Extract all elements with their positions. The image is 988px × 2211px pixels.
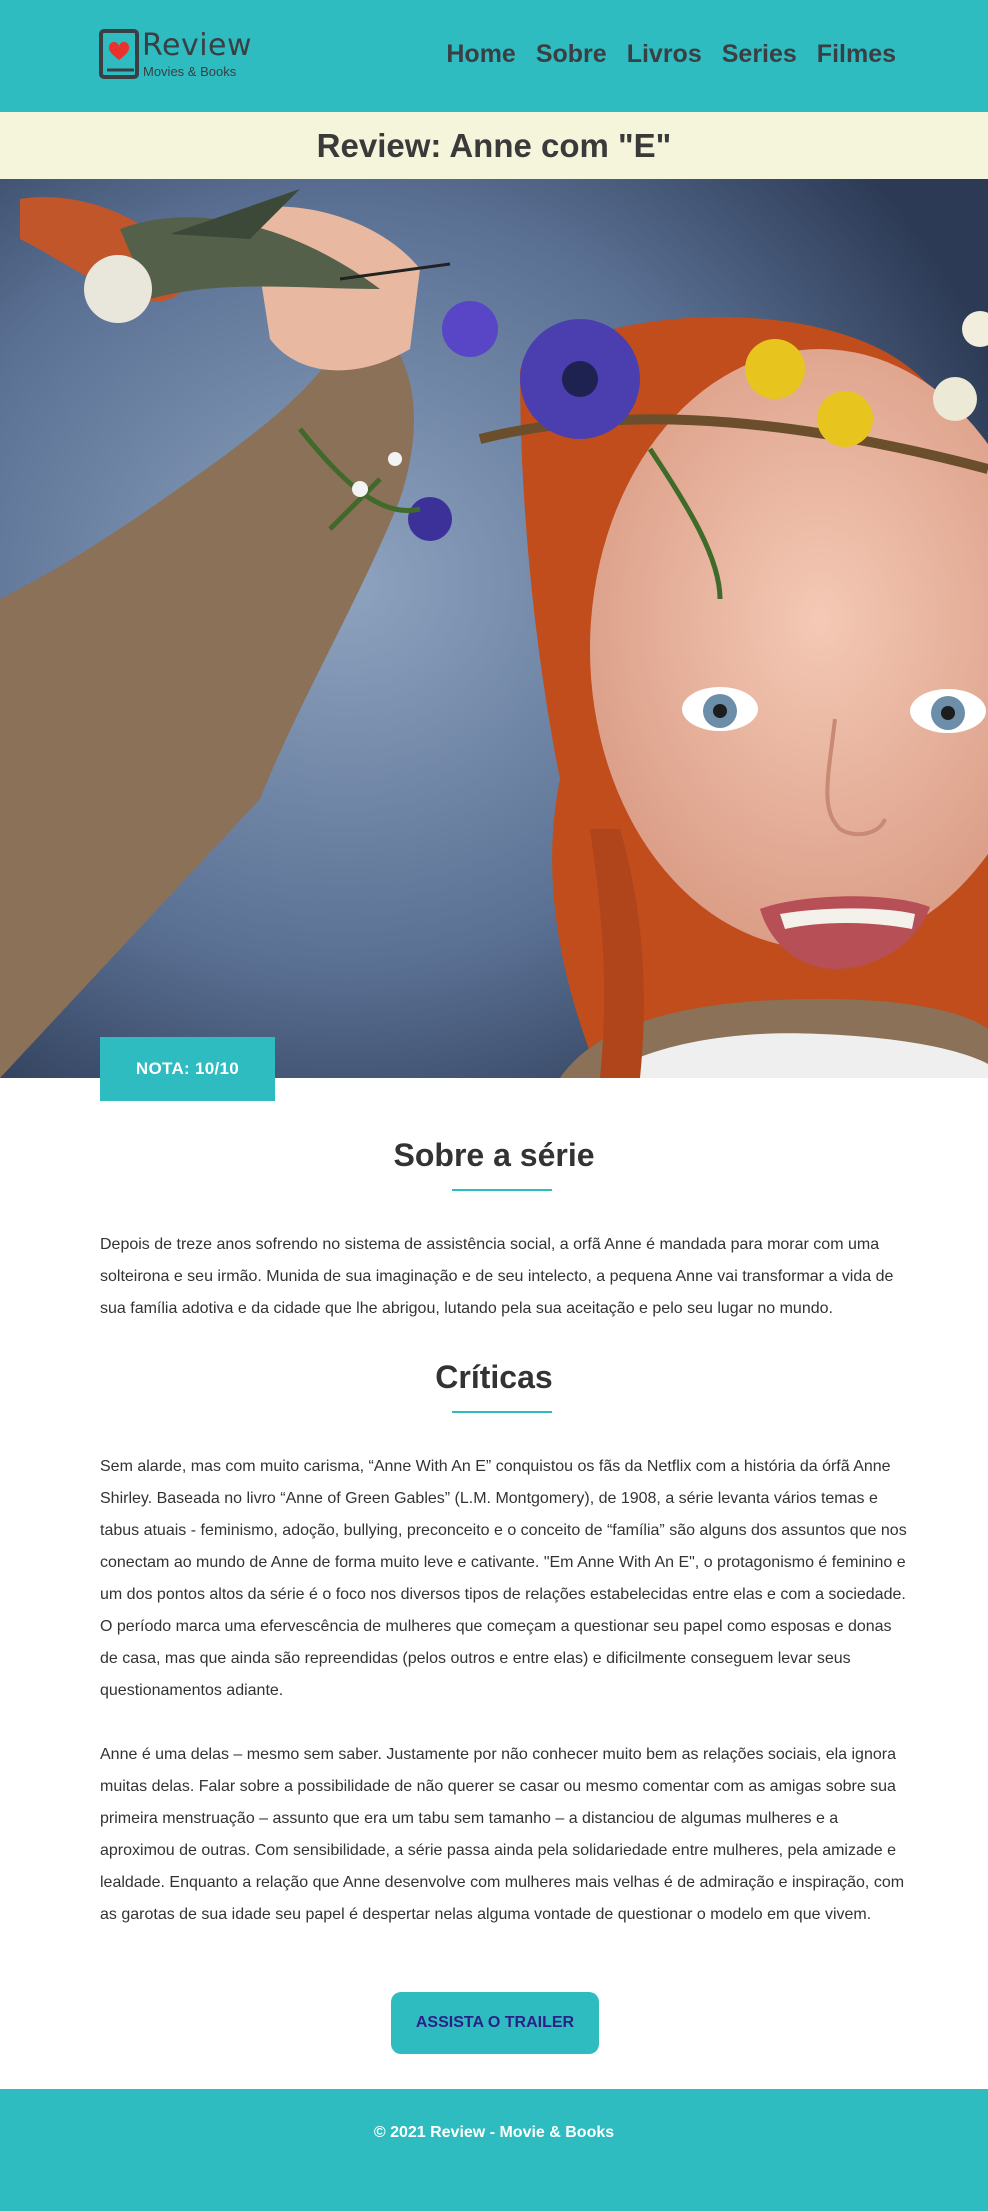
logo-title: Review [142, 28, 253, 63]
footer-copyright: © 2021 Review - Movie & Books [373, 2124, 615, 2141]
reviews-paragraph-2: Anne é uma delas – mesmo sem saber. Just… [100, 1746, 905, 1923]
book-heart-icon [99, 29, 139, 79]
site-footer: © 2021 Review - Movie & Books [0, 2089, 988, 2211]
about-heading: Sobre a série [393, 1137, 595, 1173]
trailer-button[interactable]: ASSISTA O TRAILER [391, 1992, 599, 2054]
nav-series[interactable]: Series [722, 40, 797, 69]
logo[interactable]: Review Movies & Books [98, 28, 258, 84]
nav-sobre[interactable]: Sobre [536, 40, 607, 69]
rating-badge: NOTA: 10/10 [100, 1037, 275, 1101]
main-nav: Home Sobre Livros Series Filmes [446, 40, 896, 69]
page-title: Review: Anne com "E" [316, 127, 672, 164]
site-header: Review Movies & Books Home Sobre Livros … [0, 0, 988, 112]
about-underline [452, 1189, 552, 1191]
nav-filmes[interactable]: Filmes [817, 40, 896, 69]
reviews-underline [452, 1411, 552, 1413]
reviews-heading: Críticas [435, 1359, 553, 1395]
nav-home[interactable]: Home [446, 40, 515, 69]
hero-image [0, 179, 988, 1078]
about-text: Depois de treze anos sofrendo no sistema… [100, 1236, 894, 1317]
logo-subtitle: Movies & Books [143, 64, 237, 79]
title-band: Review: Anne com "E" [0, 112, 988, 179]
nav-livros[interactable]: Livros [627, 40, 702, 69]
hero-illustration [0, 179, 988, 1078]
reviews-paragraph-1: Sem alarde, mas com muito carisma, “Anne… [100, 1458, 907, 1699]
